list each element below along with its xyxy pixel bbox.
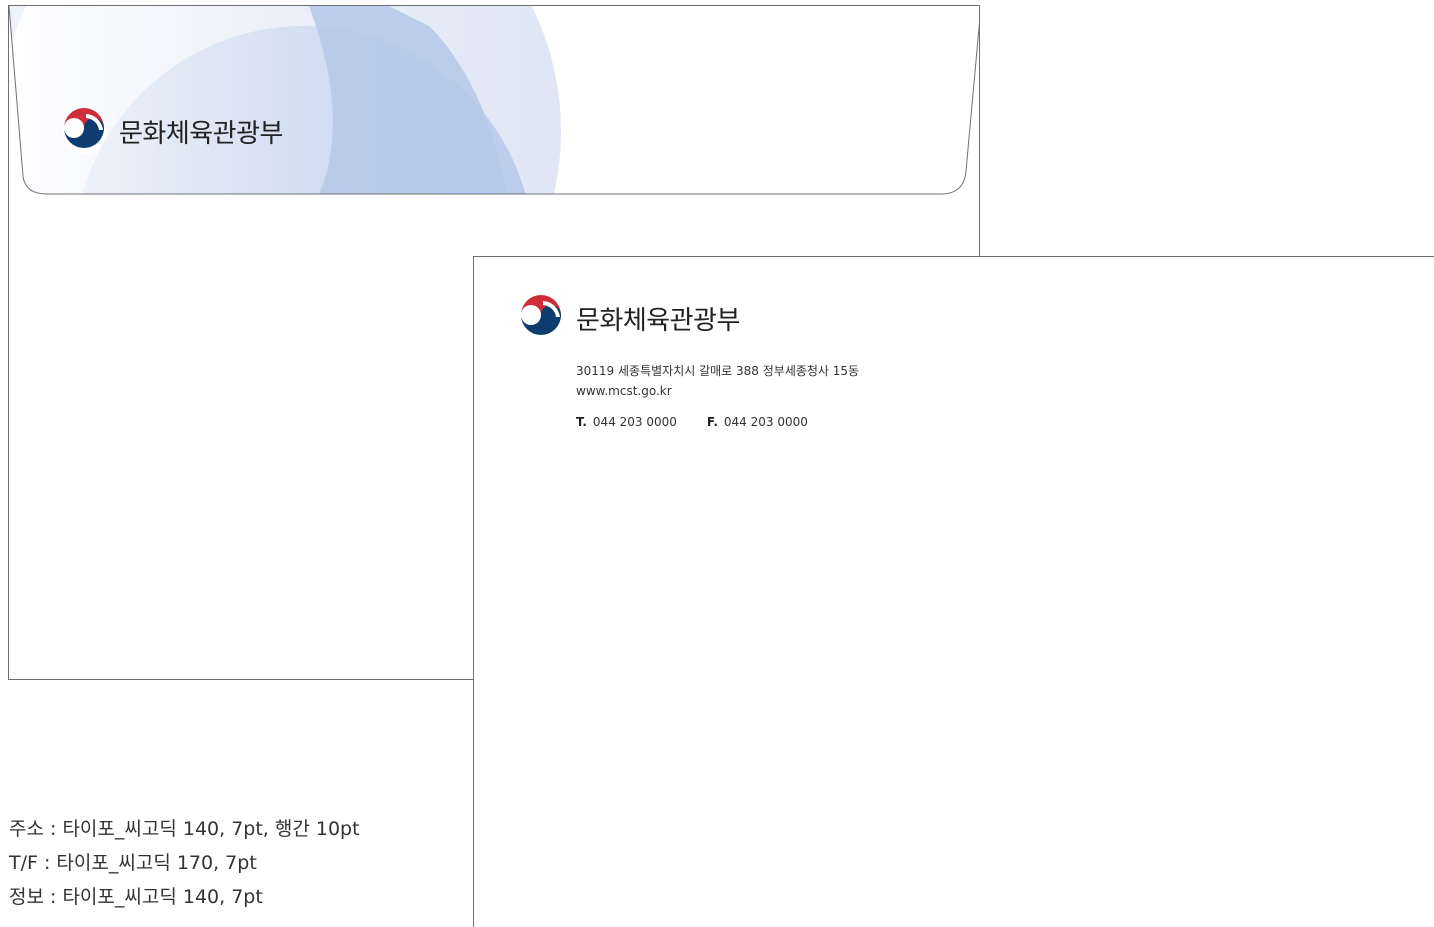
spec-notes: 주소 : 타이포_씨고딕 140, 7pt, 행간 10pt T/F : 타이포… <box>9 812 360 914</box>
contact-row: T. 044 203 0000 F. 044 203 0000 <box>576 412 859 432</box>
front-brand-name: 문화체육관광부 <box>576 305 740 336</box>
sender-info: 30119 세종특별자치시 갈매로 388 정부세종청사 15동 www.mcs… <box>576 361 859 432</box>
taegeuk-emblem-icon <box>61 108 107 154</box>
tel-label: T. <box>576 415 587 429</box>
spec-info-font: 정보 : 타이포_씨고딕 140, 7pt <box>9 886 263 908</box>
front-logo: 문화체육관광부 <box>516 293 740 343</box>
fax-number: 044 203 0000 <box>723 415 808 429</box>
fax-group: F. 044 203 0000 <box>707 412 808 432</box>
taegeuk-emblem-icon <box>518 295 564 341</box>
envelope-front: 문화체육관광부 30119 세종특별자치시 갈매로 388 정부세종청사 15동… <box>473 256 1434 927</box>
tel-number: 044 203 0000 <box>592 415 677 429</box>
flap-brand-name: 문화체육관광부 <box>119 118 283 149</box>
spec-tf-font: T/F : 타이포_씨고딕 170, 7pt <box>9 852 257 874</box>
flap-logo: 문화체육관광부 <box>59 106 283 156</box>
sender-address: 30119 세종특별자치시 갈매로 388 정부세종청사 15동 <box>576 364 860 378</box>
tel-group: T. 044 203 0000 <box>576 412 677 432</box>
spec-address-font: 주소 : 타이포_씨고딕 140, 7pt, 행간 10pt <box>9 818 360 840</box>
fax-label: F. <box>706 415 718 429</box>
sender-website: www.mcst.go.kr <box>576 384 672 398</box>
